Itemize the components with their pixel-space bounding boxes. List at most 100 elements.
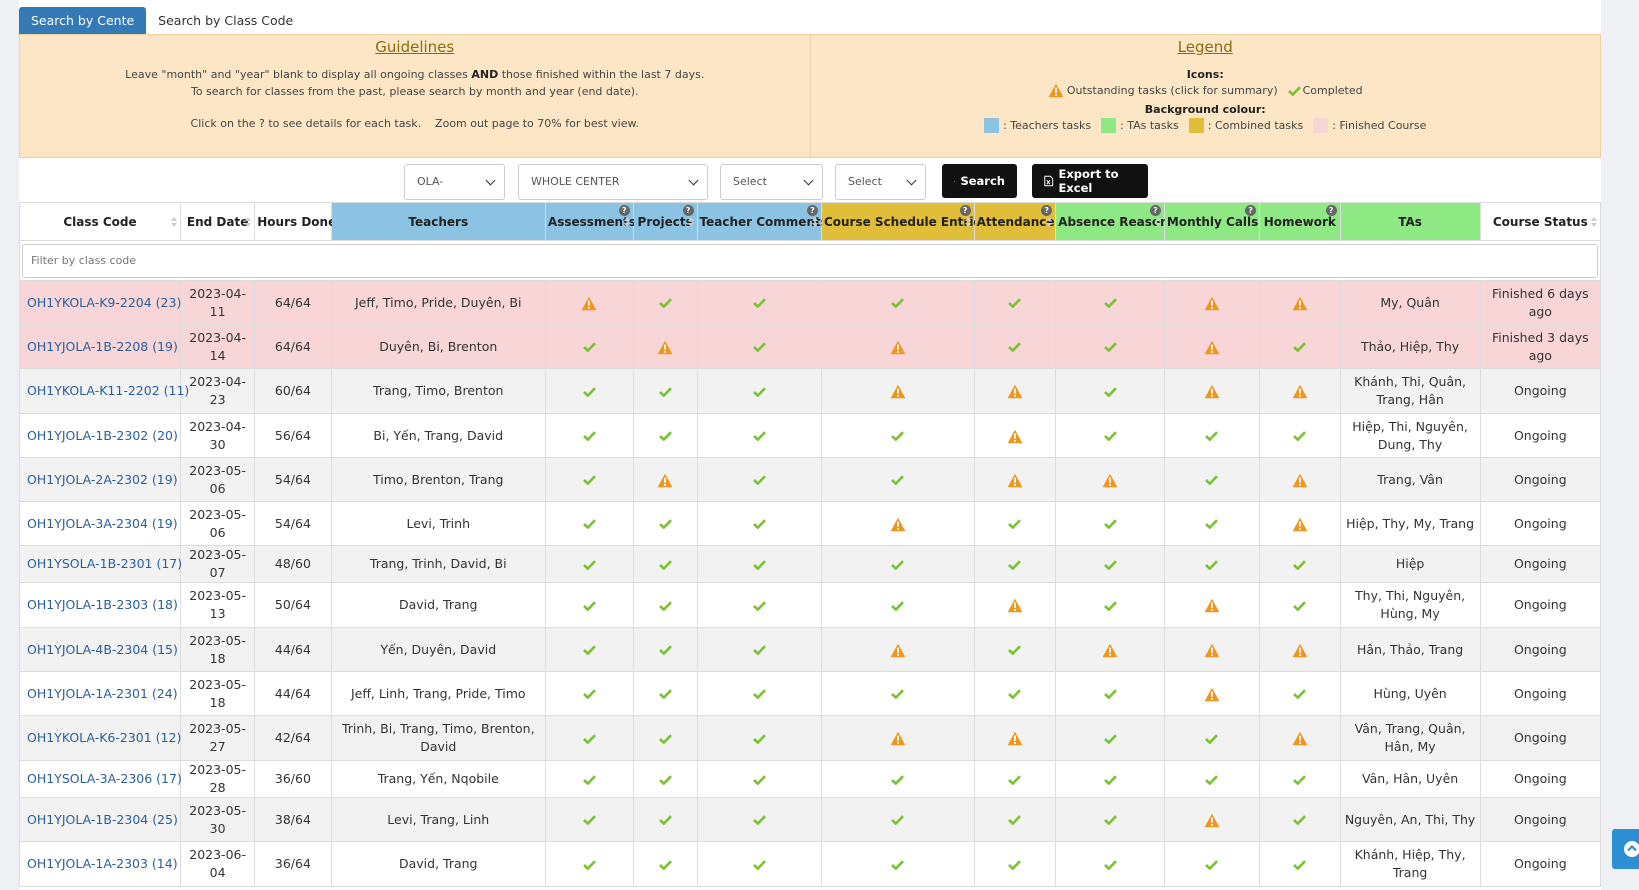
warning-icon[interactable]: [890, 517, 906, 532]
task-status-cell[interactable]: [1163, 797, 1261, 842]
warning-icon[interactable]: [1204, 813, 1220, 828]
warning-icon[interactable]: [890, 643, 906, 658]
task-status-cell[interactable]: [1163, 627, 1261, 672]
col-header-course-status[interactable]: Course Status: [1479, 202, 1602, 241]
task-status-cell[interactable]: [1163, 324, 1261, 369]
table-row[interactable]: OH1YJOLA-3A-2304 (19) 2023-05-06 54/64 Levi…: [18, 501, 1602, 546]
task-status-cell[interactable]: [1163, 368, 1261, 414]
help-icon[interactable]: ?: [959, 205, 971, 216]
table-row[interactable]: OH1YKOLA-K9-2204 (23) 2023-04-11 64/64 Jeff…: [18, 280, 1602, 325]
task-status-cell[interactable]: [632, 457, 698, 502]
export-excel-button[interactable]: Export to Excel: [1032, 164, 1148, 198]
table-row[interactable]: OH1YJOLA-1A-2303 (14) 2023-06-04 36/64 Davi…: [18, 841, 1602, 887]
task-status-cell[interactable]: [1055, 457, 1165, 502]
month-select[interactable]: Select month: [720, 164, 823, 222]
class-code-link[interactable]: OH1YJOLA-1A-2303 (14): [18, 841, 182, 887]
warning-icon[interactable]: [1292, 643, 1308, 658]
task-status-cell[interactable]: [1259, 715, 1341, 761]
task-status-cell[interactable]: [1259, 368, 1341, 414]
task-status-cell[interactable]: [1259, 457, 1341, 502]
task-status-cell[interactable]: [1163, 671, 1261, 716]
class-code-link[interactable]: OH1YSOLA-1B-2301 (17): [18, 545, 182, 583]
task-status-cell[interactable]: [973, 582, 1057, 628]
class-code-link[interactable]: OH1YJOLA-2A-2302 (19): [18, 457, 182, 502]
class-code-link[interactable]: OH1YKOLA-K9-2204 (23): [18, 280, 181, 325]
col-header-class-code[interactable]: Class Code: [18, 202, 182, 241]
table-row[interactable]: OH1YJOLA-1A-2301 (24) 2023-05-18 44/64 Jeff…: [18, 671, 1602, 716]
col-header-attendance[interactable]: Attendance?: [973, 202, 1057, 241]
class-code-link[interactable]: OH1YSOLA-3A-2306 (17): [18, 760, 182, 798]
warning-icon[interactable]: [1292, 731, 1308, 746]
warning-icon[interactable]: [1007, 429, 1023, 444]
search-button[interactable]: Search: [942, 164, 1017, 198]
task-status-cell[interactable]: [973, 715, 1057, 761]
col-header-tas[interactable]: TAs: [1339, 202, 1481, 241]
warning-icon[interactable]: [1204, 296, 1220, 311]
help-icon[interactable]: ?: [1245, 205, 1257, 216]
col-header-homework[interactable]: Homework?: [1259, 202, 1341, 241]
task-status-cell[interactable]: [1259, 280, 1341, 325]
warning-icon[interactable]: [890, 731, 906, 746]
class-code-link[interactable]: OH1YJOLA-1A-2301 (24): [18, 671, 182, 716]
col-header-teachers[interactable]: Teachers: [330, 202, 546, 241]
help-icon[interactable]: ?: [806, 205, 818, 216]
col-header-projects[interactable]: Projects?: [632, 202, 698, 241]
col-header-teacher-comments[interactable]: Teacher Comments?: [696, 202, 828, 241]
task-status-cell[interactable]: [1055, 627, 1165, 672]
warning-icon[interactable]: [581, 296, 597, 311]
table-row[interactable]: OH1YJOLA-1B-2303 (18) 2023-05-13 50/64 Davi…: [18, 582, 1602, 628]
task-status-cell[interactable]: [820, 324, 975, 369]
warning-icon[interactable]: [657, 340, 673, 355]
task-status-cell[interactable]: [544, 280, 634, 325]
warning-icon[interactable]: [1204, 340, 1220, 355]
class-code-link[interactable]: OH1YJOLA-1B-2303 (18): [18, 582, 182, 628]
task-status-cell[interactable]: [632, 324, 698, 369]
task-status-cell[interactable]: [973, 368, 1057, 414]
warning-icon[interactable]: [1292, 384, 1308, 399]
warning-icon[interactable]: [1292, 473, 1308, 488]
col-header-monthly-calls[interactable]: Monthly Calls?: [1163, 202, 1261, 241]
tab-search-by-center[interactable]: Search by Cente: [19, 7, 147, 34]
table-row[interactable]: OH1YJOLA-4B-2304 (15) 2023-05-18 44/64 Yến,…: [18, 627, 1602, 672]
help-icon[interactable]: ?: [1149, 205, 1161, 216]
table-row[interactable]: OH1YJOLA-1B-2302 (20) 2023-04-30 56/64 Bi, …: [18, 413, 1602, 458]
task-status-cell[interactable]: [1163, 280, 1261, 325]
class-code-link[interactable]: OH1YJOLA-4B-2304 (15): [18, 627, 182, 672]
scroll-to-top-button[interactable]: [1612, 829, 1639, 869]
warning-icon[interactable]: [1204, 384, 1220, 399]
warning-icon[interactable]: [890, 340, 906, 355]
warning-icon[interactable]: [1007, 473, 1023, 488]
warning-icon[interactable]: [1007, 731, 1023, 746]
warning-icon[interactable]: [657, 473, 673, 488]
task-status-cell[interactable]: [1163, 582, 1261, 628]
task-status-cell[interactable]: [820, 501, 975, 546]
table-row[interactable]: OH1YKOLA-K11-2202 (11) 2023-04-23 60/64 Tra…: [18, 368, 1602, 414]
warning-icon[interactable]: [1292, 517, 1308, 532]
year-select[interactable]: Select year: [835, 164, 926, 222]
help-icon[interactable]: ?: [618, 205, 630, 216]
class-code-link[interactable]: OH1YKOLA-K11-2202 (11): [18, 368, 189, 414]
class-code-link[interactable]: OH1YKOLA-K6-2301 (12): [18, 715, 181, 761]
table-row[interactable]: OH1YJOLA-2A-2302 (19) 2023-05-06 54/64 Timo…: [18, 457, 1602, 502]
scope-select[interactable]: WHOLE CENTER: [518, 164, 708, 200]
col-header-assessments[interactable]: Assessments?: [544, 202, 636, 241]
task-status-cell[interactable]: [820, 368, 975, 414]
class-code-filter-input[interactable]: [22, 243, 1598, 278]
col-header-hours-done[interactable]: Hours Done: [254, 202, 336, 241]
table-row[interactable]: OH1YKOLA-K6-2301 (12) 2023-05-27 42/64 Trin…: [18, 715, 1602, 761]
tab-search-by-class-code[interactable]: Search by Class Code: [146, 7, 305, 34]
task-status-cell[interactable]: [973, 457, 1057, 502]
task-status-cell[interactable]: [820, 715, 975, 761]
table-row[interactable]: OH1YSOLA-1B-2301 (17) 2023-05-07 48/60 Tran…: [18, 545, 1602, 583]
col-header-end-date[interactable]: End Date: [180, 202, 256, 241]
task-status-cell[interactable]: [973, 413, 1057, 458]
class-code-link[interactable]: OH1YJOLA-1B-2304 (25): [18, 797, 182, 842]
warning-icon[interactable]: [1102, 643, 1118, 658]
warning-icon[interactable]: [1204, 643, 1220, 658]
warning-icon[interactable]: [1204, 687, 1220, 702]
warning-icon[interactable]: [1204, 598, 1220, 613]
table-row[interactable]: OH1YJOLA-1B-2304 (25) 2023-05-30 38/64 Levi…: [18, 797, 1602, 842]
task-status-cell[interactable]: [820, 627, 975, 672]
warning-icon[interactable]: [1007, 384, 1023, 399]
warning-icon[interactable]: [1007, 598, 1023, 613]
